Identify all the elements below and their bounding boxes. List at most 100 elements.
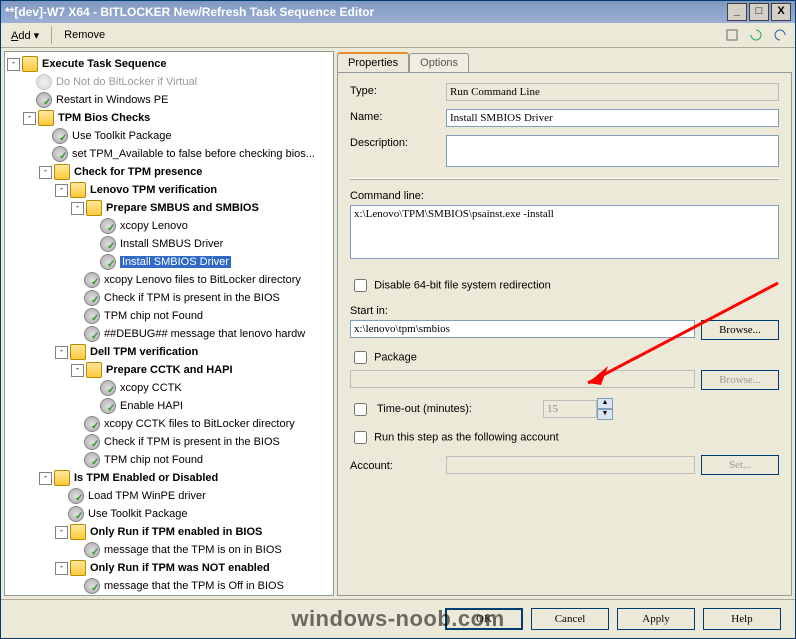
tree-node[interactable]: - Prepare CCTK and HAPI xyxy=(7,361,331,379)
tool-icon-1[interactable] xyxy=(722,25,742,45)
cancel-button[interactable]: Cancel xyxy=(531,608,609,630)
expand-icon[interactable]: - xyxy=(55,526,68,539)
tree-label: set TPM_Available to false before checki… xyxy=(72,148,315,160)
tree-node[interactable]: ✓ TPM chip not Found xyxy=(7,451,331,469)
folder-icon xyxy=(70,182,86,198)
task-sequence-tree[interactable]: -Execute Task SequenceDo Not do BitLocke… xyxy=(5,52,333,595)
tool-icon-2[interactable] xyxy=(746,25,766,45)
disable-64bit-label: Disable 64-bit file system redirection xyxy=(374,279,551,291)
tree-node[interactable]: ✓##DEBUG## message that lenovo hardw xyxy=(7,325,331,343)
tree-node[interactable]: - Dell TPM verification xyxy=(7,343,331,361)
package-checkbox[interactable] xyxy=(354,351,367,364)
tree-label: Check if TPM is present in the BIOS xyxy=(104,292,280,304)
tree-node[interactable]: ✓Use Toolkit Package xyxy=(7,505,331,523)
apply-button[interactable]: Apply xyxy=(617,608,695,630)
tree-label: Check if TPM is present in the BIOS xyxy=(104,436,280,448)
tree-label: Dell TPM verification xyxy=(90,346,198,358)
tree-node[interactable]: ✓ Install SMBIOS Driver xyxy=(7,253,331,271)
tree-label: message that the TPM is Off in BIOS xyxy=(104,580,284,592)
browse-package-button: Browse... xyxy=(701,370,779,390)
tree-node[interactable]: ✓Use Toolkit Package xyxy=(7,127,331,145)
tree-label: Prepare SMBUS and SMBIOS xyxy=(106,202,259,214)
folder-icon xyxy=(38,110,54,126)
timeout-checkbox[interactable] xyxy=(354,403,367,416)
expand-icon[interactable]: - xyxy=(71,364,84,377)
tree-node[interactable]: ✓Install SMBUS Driver xyxy=(7,235,331,253)
tree-node[interactable]: ✓xcopy Lenovo xyxy=(7,217,331,235)
minimize-button[interactable]: _ xyxy=(727,3,747,21)
window-title: **[dev]-W7 X64 - BITLOCKER New/Refresh T… xyxy=(5,5,727,19)
tree-node[interactable]: Do Not do BitLocker if Virtual xyxy=(7,73,331,91)
check-icon: ✓ xyxy=(107,259,115,270)
expand-icon[interactable]: - xyxy=(39,166,52,179)
separator xyxy=(51,26,52,44)
check-icon: ✓ xyxy=(43,97,51,108)
ok-button[interactable]: OK xyxy=(445,608,523,630)
expand-icon[interactable]: - xyxy=(55,562,68,575)
tree-label: Only Run if TPM was NOT enabled xyxy=(90,562,270,574)
tree-node[interactable]: -TPM Bios Checks xyxy=(7,109,331,127)
check-icon: ✓ xyxy=(75,493,83,504)
check-icon: ✓ xyxy=(91,331,99,342)
tree-label: Install SMBIOS Driver xyxy=(120,256,231,268)
tree-node[interactable]: ✓ set TPM_Available to false before check… xyxy=(7,145,331,163)
startin-label: Start in: xyxy=(350,305,779,317)
expand-icon[interactable]: - xyxy=(39,472,52,485)
check-icon: ✓ xyxy=(91,547,99,558)
tabstrip: Properties Options xyxy=(337,51,792,72)
tree-node[interactable]: ✓ Check if TPM is present in the BIOS xyxy=(7,433,331,451)
tree-node[interactable]: ✓message that the TPM is Off in BIOS xyxy=(7,577,331,595)
folder-icon xyxy=(70,344,86,360)
name-field[interactable] xyxy=(446,109,779,127)
expand-icon[interactable]: - xyxy=(55,184,68,197)
disable-64bit-checkbox[interactable] xyxy=(354,279,367,292)
tree-node[interactable]: -Check for TPM presence xyxy=(7,163,331,181)
check-icon: ✓ xyxy=(91,457,99,468)
runas-checkbox[interactable] xyxy=(354,431,367,444)
tree-node[interactable]: -Is TPM Enabled or Disabled xyxy=(7,469,331,487)
tree-node[interactable]: - Prepare SMBUS and SMBIOS xyxy=(7,199,331,217)
account-label: Account: xyxy=(350,458,440,472)
folder-icon xyxy=(86,200,102,216)
tree-node[interactable]: ✓xcopy CCTK xyxy=(7,379,331,397)
folder-icon xyxy=(54,164,70,180)
help-button[interactable]: Help xyxy=(703,608,781,630)
account-field xyxy=(446,456,695,474)
tree-label: TPM chip not Found xyxy=(104,454,203,466)
expand-icon[interactable]: - xyxy=(23,112,36,125)
expand-icon[interactable]: - xyxy=(7,58,20,71)
tree-node[interactable]: ✓Restart in Windows PE xyxy=(7,91,331,109)
menu-remove[interactable]: Remove xyxy=(58,27,111,43)
close-button[interactable]: X xyxy=(771,3,791,21)
dialog-buttons: OK Cancel Apply Help xyxy=(1,599,795,638)
tree-node[interactable]: -Execute Task Sequence xyxy=(7,55,331,73)
tree-node[interactable]: ✓Check if TPM is present in the BIOS xyxy=(7,289,331,307)
browse-startin-button[interactable]: Browse... xyxy=(701,320,779,340)
tree-node[interactable]: -Only Run if TPM enabled in BIOS xyxy=(7,523,331,541)
tree-node[interactable]: ✓xcopy CCTK files to BitLocker directory xyxy=(7,415,331,433)
commandline-field[interactable]: x:\Lenovo\TPM\SMBIOS\psainst.exe -instal… xyxy=(350,205,779,259)
maximize-button[interactable]: □ xyxy=(749,3,769,21)
tool-icon-3[interactable] xyxy=(770,25,790,45)
tree-node[interactable]: ✓message that the TPM is on in BIOS xyxy=(7,541,331,559)
tab-properties[interactable]: Properties xyxy=(337,52,409,72)
tree-node[interactable]: ✓Enable HAPI xyxy=(7,397,331,415)
check-icon: ✓ xyxy=(59,151,67,162)
tree-node[interactable]: ✓TPM chip not Found xyxy=(7,307,331,325)
expand-icon[interactable]: - xyxy=(71,202,84,215)
description-field[interactable] xyxy=(446,135,779,167)
tree-label: TPM chip not Found xyxy=(104,310,203,322)
tree-node[interactable]: ✓xcopy Lenovo files to BitLocker directo… xyxy=(7,271,331,289)
tree-node[interactable]: - Only Run if TPM was NOT enabled xyxy=(7,559,331,577)
expand-icon[interactable]: - xyxy=(55,346,68,359)
startin-field[interactable] xyxy=(350,320,695,338)
check-icon: ✓ xyxy=(107,223,115,234)
spin-up-icon: ▲ xyxy=(597,398,613,409)
menu-add[interactable]: Add ▾ xyxy=(5,27,45,44)
check-icon: ✓ xyxy=(91,439,99,450)
tab-options[interactable]: Options xyxy=(409,53,469,72)
tree-node[interactable]: -Lenovo TPM verification xyxy=(7,181,331,199)
tree-node[interactable]: ✓Load TPM WinPE driver xyxy=(7,487,331,505)
tree-label: Prepare CCTK and HAPI xyxy=(106,364,233,376)
check-icon: ✓ xyxy=(59,133,67,144)
